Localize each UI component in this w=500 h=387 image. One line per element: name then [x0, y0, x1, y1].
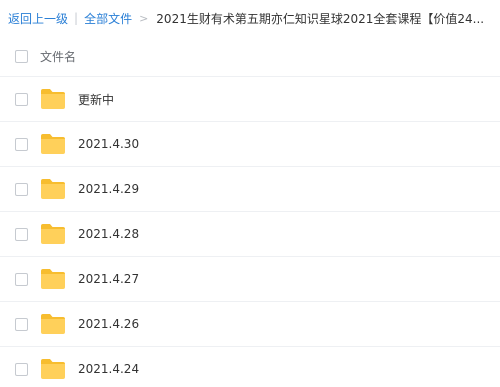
row-checkbox[interactable]	[15, 137, 28, 151]
file-name[interactable]: 2021.4.30	[78, 137, 139, 151]
file-list: 更新中 2021.4.30 2021.4.29 2021.4.28 2021.4…	[0, 77, 500, 387]
list-item[interactable]: 2021.4.24	[0, 347, 500, 387]
row-checkbox[interactable]	[15, 317, 28, 331]
folder-icon	[40, 133, 66, 155]
list-item[interactable]: 2021.4.30	[0, 122, 500, 167]
breadcrumb-separator: |	[74, 11, 79, 25]
file-name[interactable]: 2021.4.26	[78, 317, 139, 331]
select-all-checkbox[interactable]	[15, 49, 28, 63]
list-header: 文件名	[0, 36, 500, 77]
file-name[interactable]: 2021.4.24	[78, 362, 139, 376]
breadcrumb-arrow: >	[139, 11, 149, 25]
folder-icon	[40, 358, 66, 380]
file-name[interactable]: 2021.4.28	[78, 227, 139, 241]
current-folder-title: 2021生财有术第五期亦仁知识星球2021全套课程【价值24...	[156, 11, 485, 26]
file-name[interactable]: 2021.4.27	[78, 272, 139, 286]
row-checkbox[interactable]	[15, 362, 28, 376]
folder-icon	[40, 178, 66, 200]
folder-icon	[40, 88, 66, 110]
list-item[interactable]: 2021.4.28	[0, 212, 500, 257]
row-checkbox[interactable]	[15, 227, 28, 241]
list-item[interactable]: 2021.4.29	[0, 167, 500, 212]
list-item[interactable]: 更新中	[0, 77, 500, 122]
back-link[interactable]: 返回上一级	[8, 10, 68, 27]
list-item[interactable]: 2021.4.27	[0, 257, 500, 302]
row-checkbox[interactable]	[15, 92, 28, 106]
file-name[interactable]: 更新中	[78, 91, 114, 108]
folder-icon	[40, 223, 66, 245]
breadcrumb: 返回上一级 | 全部文件 > 2021生财有术第五期亦仁知识星球2021全套课程…	[0, 0, 500, 36]
list-item[interactable]: 2021.4.26	[0, 302, 500, 347]
folder-icon	[40, 268, 66, 290]
file-name[interactable]: 2021.4.29	[78, 182, 139, 196]
all-files-link[interactable]: 全部文件	[84, 10, 132, 27]
folder-icon	[40, 313, 66, 335]
row-checkbox[interactable]	[15, 272, 28, 286]
column-header-filename[interactable]: 文件名	[40, 48, 76, 65]
row-checkbox[interactable]	[15, 182, 28, 196]
file-browser: 返回上一级 | 全部文件 > 2021生财有术第五期亦仁知识星球2021全套课程…	[0, 0, 500, 387]
